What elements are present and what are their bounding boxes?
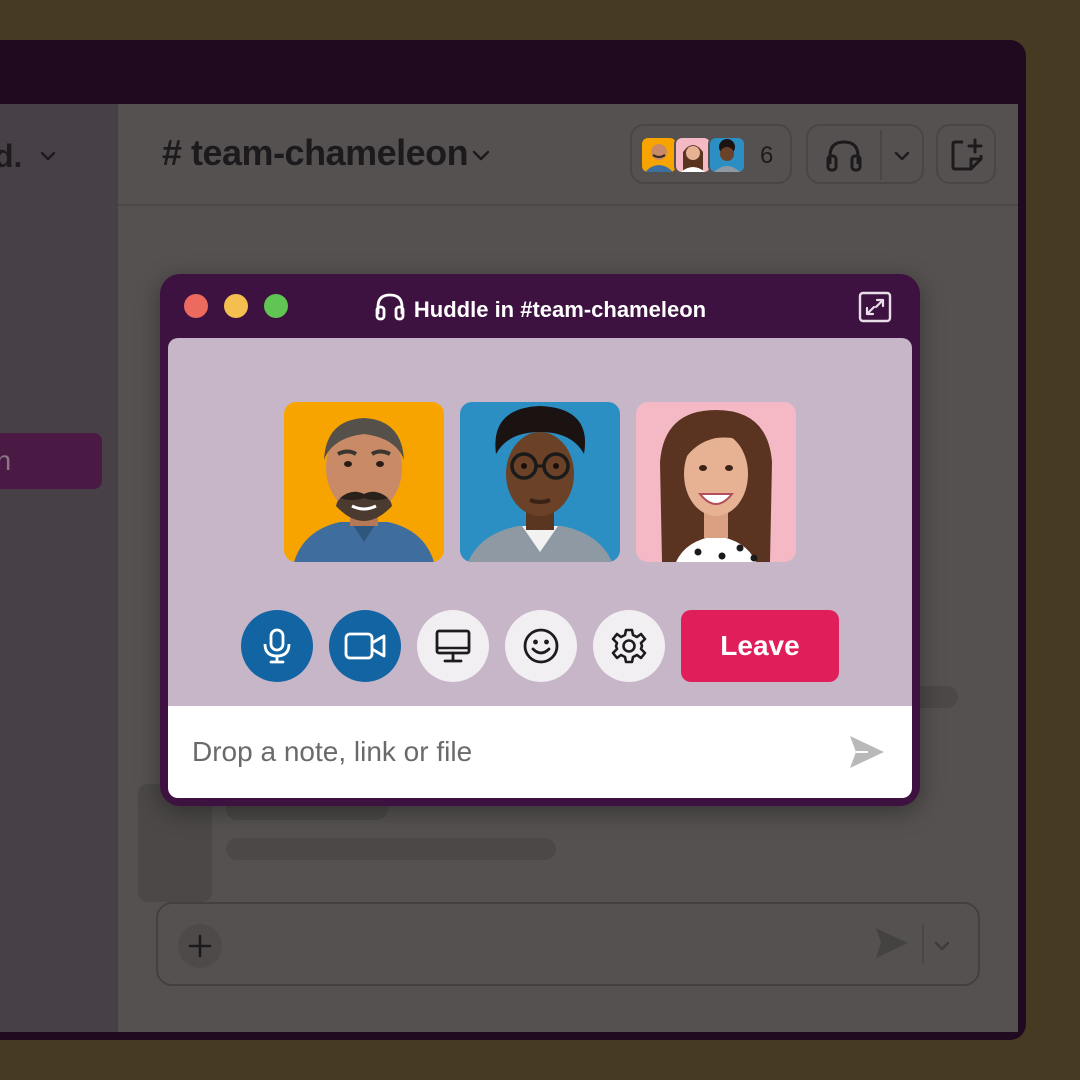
sidebar: d. ls on xyxy=(0,104,118,1032)
leave-button[interactable]: Leave xyxy=(681,610,839,682)
headphones-icon xyxy=(375,293,405,321)
huddle-button[interactable] xyxy=(806,124,924,184)
screen-share-button[interactable] xyxy=(417,610,489,682)
monitor-icon xyxy=(435,629,471,663)
member-count: 6 xyxy=(760,142,774,169)
message-composer[interactable] xyxy=(156,902,980,986)
mic-icon xyxy=(263,628,291,664)
expand-window-icon[interactable] xyxy=(858,291,892,323)
headphones-icon xyxy=(826,140,862,172)
smiley-icon xyxy=(523,628,559,664)
channel-title[interactable]: # team-chameleon xyxy=(162,132,469,174)
huddle-stage: Leave xyxy=(168,338,912,706)
avatar xyxy=(660,410,772,562)
settings-button[interactable] xyxy=(593,610,665,682)
huddle-title-bar: Huddle in #team-chameleon xyxy=(160,292,920,323)
chevron-down-icon[interactable] xyxy=(38,146,58,166)
divider xyxy=(922,924,924,964)
avatar xyxy=(468,406,612,562)
participant-tile[interactable] xyxy=(460,402,620,562)
new-canvas-icon xyxy=(951,138,983,171)
huddle-title: Huddle in #team-chameleon xyxy=(413,297,707,322)
sidebar-item-label: on xyxy=(0,445,12,476)
attach-button[interactable] xyxy=(178,924,222,968)
avatar xyxy=(294,418,434,562)
video-camera-icon xyxy=(344,632,386,660)
send-icon[interactable] xyxy=(848,734,886,770)
chevron-down-icon[interactable] xyxy=(470,144,492,166)
participant-tile[interactable] xyxy=(636,402,796,562)
send-icon[interactable] xyxy=(874,926,910,960)
canvas-button[interactable] xyxy=(936,124,996,184)
avatar xyxy=(640,136,678,174)
video-button[interactable] xyxy=(329,610,401,682)
avatar xyxy=(708,136,746,174)
huddle-window: Huddle in #team-chameleon Leave Drop a n… xyxy=(160,274,920,806)
chevron-down-icon[interactable] xyxy=(892,146,912,166)
note-input[interactable] xyxy=(192,726,832,778)
sidebar-item-channels[interactable]: ls xyxy=(0,384,18,416)
gear-icon xyxy=(611,628,647,664)
note-bar xyxy=(168,706,912,798)
divider xyxy=(880,130,882,180)
workspace-name[interactable]: d. xyxy=(0,138,22,175)
sidebar-item-team-chameleon[interactable]: on xyxy=(0,433,102,489)
mic-button[interactable] xyxy=(241,610,313,682)
reactions-button[interactable] xyxy=(505,610,577,682)
message-placeholder xyxy=(226,838,556,860)
avatar xyxy=(674,136,712,174)
members-button[interactable]: 6 xyxy=(630,124,792,184)
channel-header: # team-chameleon 6 xyxy=(118,104,1018,206)
plus-icon xyxy=(188,934,212,958)
participant-tile[interactable] xyxy=(284,402,444,562)
chevron-down-icon[interactable] xyxy=(932,936,952,956)
